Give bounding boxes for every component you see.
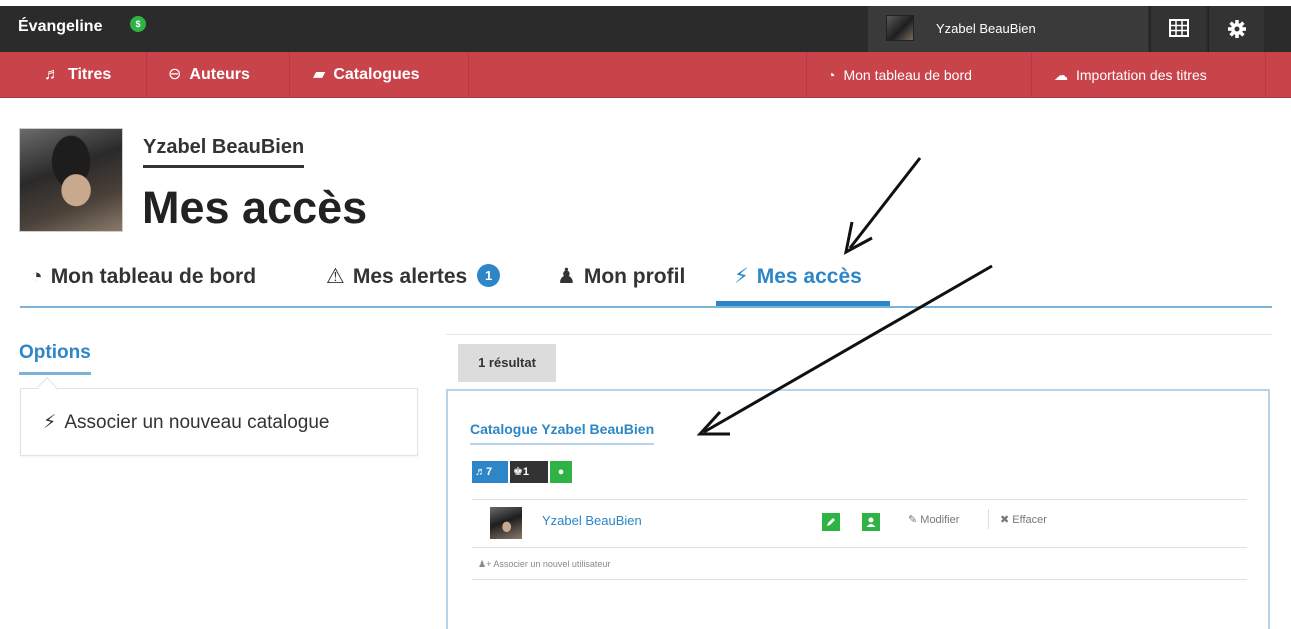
alert-count-badge: 1 [477,264,501,287]
nav-catalogues-label: Catalogues [333,66,420,83]
user-row-name-link[interactable]: Yzabel BeauBien [542,513,642,528]
brand-name[interactable]: Évangeline [18,18,102,36]
grid-icon [1169,19,1189,37]
nav-tableau-label: Mon tableau de bord [843,67,972,83]
grid-button[interactable] [1150,6,1206,52]
user-icon [866,517,876,527]
nav-titres[interactable]: ♬ Titres [20,52,147,98]
tab-tableau-label: Mon tableau de bord [50,265,257,288]
user-rights-button[interactable] [862,513,880,531]
user-menu[interactable]: Yzabel BeauBien [868,6,1148,52]
edit-rights-button[interactable] [822,513,840,531]
row-divider [472,579,1247,580]
circle-icon: ● [557,466,565,478]
delete-link[interactable]: ✖ Effacer [1000,513,1047,526]
tab-acces[interactable]: ⚡ Mes accès [716,256,890,306]
profile-avatar [19,128,123,232]
associate-catalog-label: Associer un nouveau catalogue [64,412,330,433]
nav-tableau-de-bord[interactable]: ◔ Mon tableau de bord [806,52,1032,98]
results-count: 1 résultat [458,344,556,382]
results-divider [446,334,1272,335]
tab-acces-label: Mes accès [756,265,862,288]
book-icon: ▰ [313,66,326,83]
status-badge: ● [550,461,572,483]
modify-label: Modifier [920,514,960,526]
settings-button[interactable] [1208,6,1264,52]
music-icon: ♬ [44,66,60,83]
options-panel: ⚡ Associer un nouveau catalogue [20,388,418,456]
main-nav: ♬ Titres ⊖ Auteurs ▰ Catalogues ◔ Mon tablea… [0,52,1291,98]
catalog-stats: ♬7 ♚1 ● [472,461,574,483]
catalog-name-link[interactable]: Catalogue Yzabel BeauBien [470,421,655,445]
pencil-icon: ✎ [908,514,921,526]
page-title: Mes accès [142,182,368,233]
tab-profil[interactable]: ♟ Mon profil [557,256,685,306]
row-divider [472,547,1247,548]
titles-count: 7 [486,466,493,478]
plug-icon: ⚡ [734,265,749,288]
catalog-card: Catalogue Yzabel BeauBien ♬7 ♚1 ● Yzabel B… [446,389,1270,629]
music-icon: ♬ [475,466,486,478]
gear-icon [1228,20,1246,38]
nav-titres-label: Titres [68,66,112,83]
avatar [490,507,522,539]
nav-auteurs-label: Auteurs [189,66,250,83]
tab-alertes[interactable]: ⚠ Mes alertes 1 [326,256,501,306]
brand-badge: $ [130,16,146,32]
tab-tableau-de-bord[interactable]: ◔ Mon tableau de bord [30,256,256,306]
tab-profil-label: Mon profil [583,265,686,288]
plug-icon: ⚡ [43,412,57,433]
nav-auteurs[interactable]: ⊖ Auteurs [148,52,290,98]
row-divider [472,499,1247,500]
modify-link[interactable]: ✎ Modifier [908,513,959,526]
nav-importation[interactable]: ☁ Importation des titres [1032,52,1266,98]
avatar [886,15,914,41]
user-icon: ♟ [557,265,576,288]
cloud-upload-icon: ☁ [1054,67,1068,83]
pencil-icon [827,518,835,526]
add-user-icon: ♟+ [478,559,494,569]
arrow-to-tab [843,157,922,255]
profile-name[interactable]: Yzabel BeauBien [143,136,305,168]
associate-catalog-link[interactable]: ⚡ Associer un nouveau catalogue [43,411,329,434]
dashboard-icon: ◔ [827,67,836,83]
warning-icon: ⚠ [326,265,345,288]
users-icon: ♚ [513,466,523,478]
nav-import-label: Importation des titres [1076,67,1207,83]
titles-count-badge: ♬7 [472,461,508,483]
associate-user-label: Associer un nouvel utilisateur [493,559,611,569]
dashboard-icon: ◔ [30,265,43,288]
users-count-badge: ♚1 [510,461,548,483]
user-circle-icon: ⊖ [168,66,182,83]
nav-catalogues[interactable]: ▰ Catalogues [291,52,469,98]
user-menu-name[interactable]: Yzabel BeauBien [936,21,1036,36]
delete-label: Effacer [1012,514,1047,526]
action-divider [988,509,989,529]
associate-user-link[interactable]: ♟+ Associer un nouvel utilisateur [478,559,610,570]
close-icon: ✖ [1000,514,1013,526]
profile-tabs: ◔ Mon tableau de bord ⚠ Mes alertes 1 ♟ Mon… [20,256,1272,308]
users-count: 1 [522,466,529,478]
tab-alertes-label: Mes alertes [352,265,468,288]
options-heading: Options [19,342,91,375]
top-bar: Évangeline $ Yzabel BeauBien [0,6,1291,52]
